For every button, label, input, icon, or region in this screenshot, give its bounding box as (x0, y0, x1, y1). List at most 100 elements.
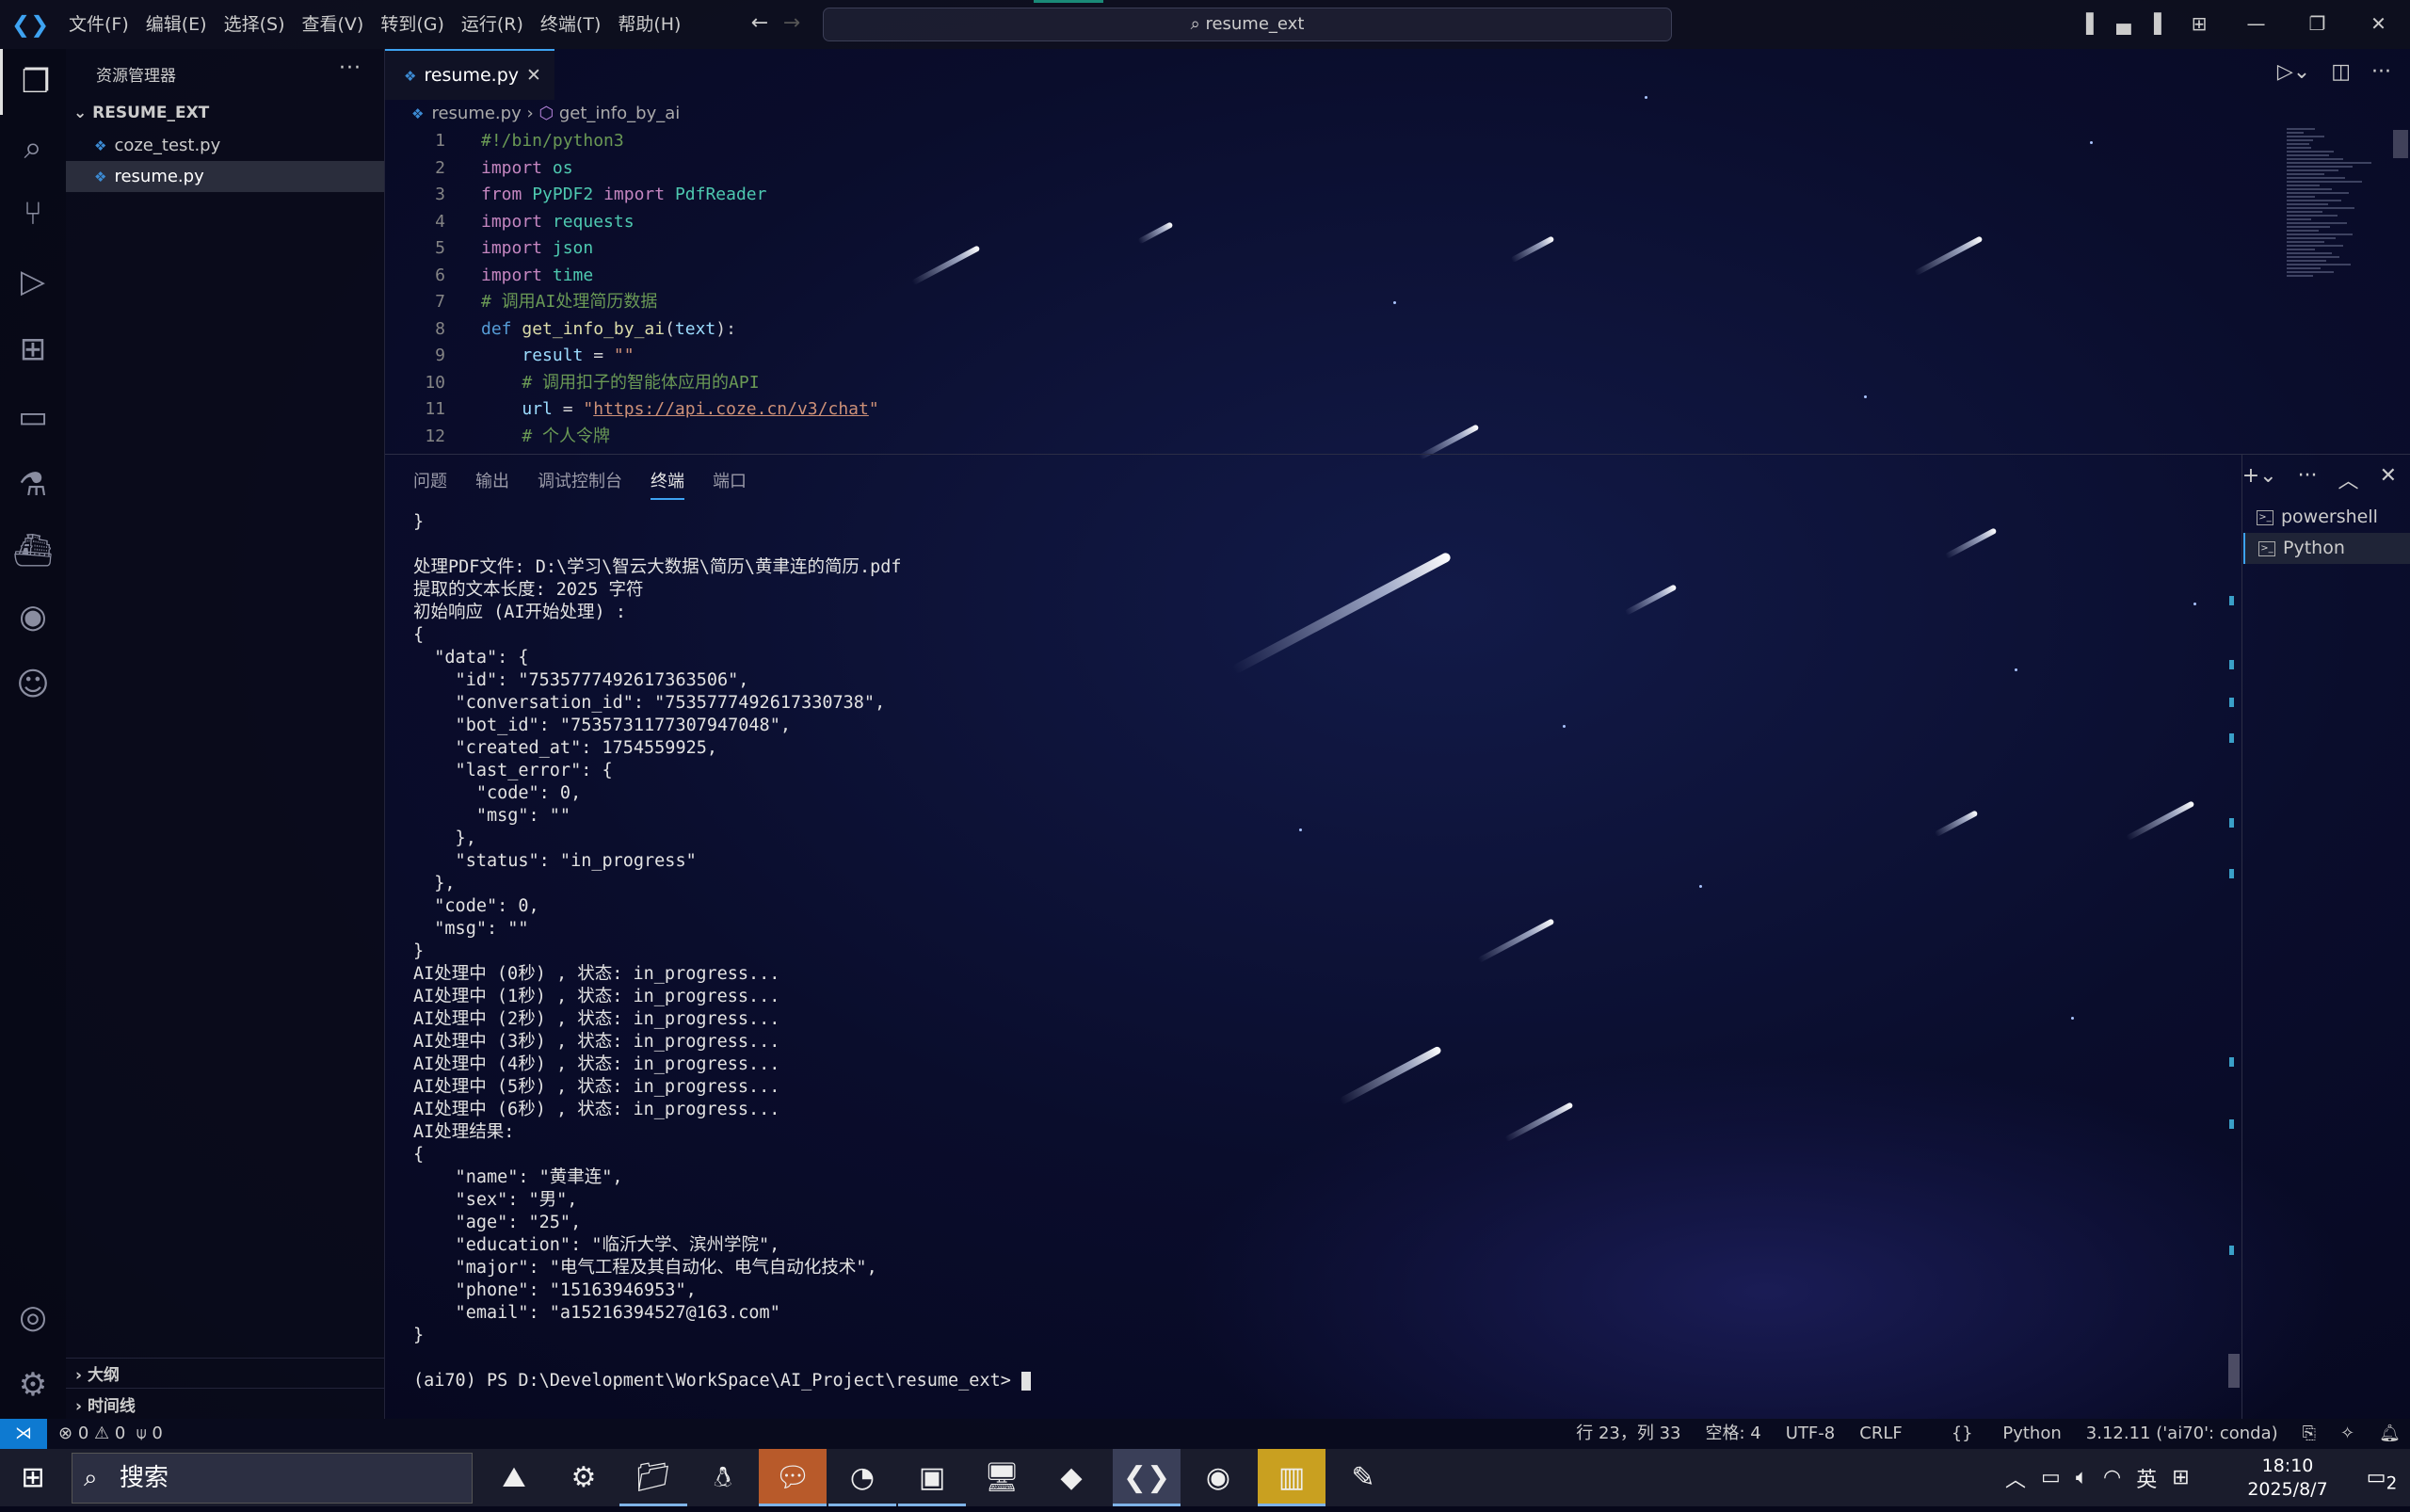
remote-indicator-icon[interactable]: ⋊ (0, 1419, 47, 1449)
wifi-icon[interactable]: ◠ (2103, 1466, 2121, 1489)
github-icon[interactable]: ◉ (0, 584, 66, 650)
taskbar-search[interactable]: ⌕ 搜索 (72, 1453, 473, 1504)
more-actions-icon[interactable]: ··· (2371, 60, 2391, 84)
code-text: PyPDF2 (532, 185, 594, 204)
extensions-icon[interactable]: ⊞ (0, 316, 66, 382)
search-icon[interactable]: ⌕ (0, 115, 66, 181)
terminal-item-python[interactable]: >_ Python (2243, 533, 2410, 564)
remote-explorer-icon[interactable]: ▭ (0, 384, 66, 450)
editor-scrollbar[interactable] (2393, 130, 2408, 158)
chevron-up-icon[interactable]: ︿ (2005, 1463, 2026, 1493)
tab-problems[interactable]: 问题 (413, 468, 447, 500)
ime-indicator[interactable]: 英 (2136, 1463, 2157, 1493)
problems-status[interactable]: ⊗ 0 ⚠ 0 ⍦ 0 (58, 1419, 163, 1449)
tab-resume-py[interactable]: ❖ resume.py ✕ (385, 49, 554, 100)
settings-app-icon[interactable]: ⚙ (550, 1449, 618, 1506)
line-number: 2 (435, 157, 445, 178)
toggle-primary-sidebar-icon[interactable]: ▐ (2067, 9, 2105, 38)
folder-header[interactable]: ⌄ RESUME_EXT (73, 104, 209, 122)
run-python-icon[interactable]: ▷⌄ (2277, 60, 2310, 84)
terminal-prompt-line[interactable]: (ai70) PS D:\Development\WorkSpace\AI_Pr… (413, 1370, 1032, 1392)
obsidian-icon[interactable]: ◆ (1037, 1449, 1105, 1506)
cursor-position[interactable]: 行 23，列 33 (1576, 1419, 1680, 1449)
notepad-icon[interactable]: ✎ (1329, 1449, 1397, 1506)
command-center[interactable]: ⌕ resume_ext (823, 8, 1672, 41)
file-item-coze-test[interactable]: ❖ coze_test.py (66, 130, 384, 161)
wechat-icon[interactable]: 💬︎ (759, 1449, 827, 1506)
chat-app-icon[interactable]: ▣ (898, 1449, 966, 1506)
menu-run[interactable]: 运行(R) (453, 0, 532, 49)
vscode-taskbar-icon[interactable]: ❮❯ (1113, 1449, 1181, 1506)
customize-layout-icon[interactable]: ⊞ (2180, 9, 2218, 38)
split-editor-icon[interactable]: ◫ (2331, 60, 2351, 84)
analytics-app-icon[interactable]: ▥ (1258, 1449, 1326, 1506)
keyboard-grid-icon[interactable]: ⊞ (2172, 1466, 2189, 1489)
remote-desktop-icon[interactable]: 🖥︎ (968, 1449, 1036, 1506)
account-icon[interactable]: ◎ (0, 1284, 66, 1350)
settings-icon[interactable]: ⚙ (0, 1352, 66, 1418)
tab-ports[interactable]: 端口 (713, 468, 747, 500)
menu-terminal[interactable]: 终端(T) (532, 0, 609, 49)
edge-browser-icon[interactable]: ◔ (828, 1449, 896, 1506)
file-explorer-icon[interactable]: 📁︎ (619, 1449, 687, 1506)
menu-selection[interactable]: 选择(S) (216, 0, 294, 49)
line-ending[interactable]: CRLF (1859, 1419, 1902, 1449)
explorer-icon[interactable]: ❐ (0, 49, 69, 115)
menu-file[interactable]: 文件(F) (60, 0, 137, 49)
clock[interactable]: 18:10 2025/8/7 (2231, 1455, 2344, 1502)
forward-arrow-icon[interactable]: → (776, 11, 808, 35)
tab-output[interactable]: 输出 (475, 468, 509, 500)
docker-icon[interactable]: ⛴ (0, 518, 66, 584)
encoding[interactable]: UTF-8 (1786, 1419, 1835, 1449)
more-actions-icon[interactable]: ··· (339, 56, 362, 80)
indentation[interactable]: 空格: 4 (1706, 1419, 1761, 1449)
close-window-icon[interactable]: ✕ (2348, 0, 2409, 47)
terminal-line: "name": "黄聿连", (413, 1167, 623, 1187)
ports-icon: ⍦ (136, 1424, 147, 1443)
menu-view[interactable]: 查看(V) (294, 0, 373, 49)
qq-icon[interactable]: 🐧︎ (689, 1449, 757, 1506)
menu-help[interactable]: 帮助(H) (609, 0, 689, 49)
copilot-status-icon[interactable]: ✧ (2340, 1419, 2354, 1449)
volume-icon[interactable]: 🔈︎ (2076, 1466, 2088, 1489)
game-app-icon[interactable]: ⛰ (480, 1449, 548, 1506)
battery-icon[interactable]: ▭ (2041, 1466, 2061, 1489)
windows-start-icon[interactable]: ⊞ (0, 1449, 66, 1506)
close-panel-icon[interactable]: ✕ (2380, 464, 2397, 494)
file-item-resume[interactable]: ❖ resume.py (66, 161, 384, 192)
notification-center[interactable]: ▭2 (2354, 1449, 2410, 1512)
new-terminal-icon[interactable]: +⌄ (2242, 464, 2277, 494)
testing-icon[interactable]: ⚗ (0, 452, 66, 518)
tab-terminal[interactable]: 终端 (651, 468, 684, 500)
toggle-secondary-sidebar-icon[interactable]: ▌ (2143, 9, 2180, 38)
copy-icon[interactable]: ⎘ (2303, 1419, 2316, 1449)
tab-debug-console[interactable]: 调试控制台 (538, 468, 622, 500)
restore-icon[interactable]: ❐ (2287, 0, 2348, 47)
minimize-icon[interactable]: — (2225, 0, 2287, 47)
outline-section[interactable]: › 大纲 (75, 1361, 120, 1385)
code-url-link[interactable]: https://api.coze.cn/v3/chat (593, 399, 869, 419)
maximize-panel-icon[interactable]: ︿ (2338, 464, 2359, 494)
breadcrumb-file[interactable]: resume.py (431, 104, 521, 123)
python-interpreter[interactable]: 3.12.11 ('ai70': conda) (2086, 1419, 2278, 1449)
minimap[interactable] (2287, 128, 2390, 448)
toggle-panel-icon[interactable]: ▄ (2105, 9, 2143, 38)
menu-edit[interactable]: 编辑(E) (137, 0, 216, 49)
menu-go[interactable]: 转到(G) (372, 0, 453, 49)
terminal-line: "email": "a15216394527@163.com" (413, 1303, 780, 1323)
cloud-music-icon[interactable]: ◉ (1184, 1449, 1252, 1506)
run-debug-icon[interactable]: ▷ (0, 249, 66, 314)
copilot-icon[interactable]: ☺ (0, 651, 66, 717)
back-arrow-icon[interactable]: ← (744, 11, 776, 35)
breadcrumb-symbol[interactable]: get_info_by_ai (559, 104, 680, 123)
line-number: 11 (425, 399, 445, 419)
more-actions-icon[interactable]: ··· (2298, 464, 2318, 494)
menu-bar: 文件(F) 编辑(E) 选择(S) 查看(V) 转到(G) 运行(R) 终端(T… (60, 0, 689, 49)
language-mode[interactable]: {} Python (1927, 1419, 2062, 1449)
terminal-scrollbar[interactable] (2228, 1354, 2240, 1388)
source-control-icon[interactable]: ⑂ (0, 181, 66, 247)
bell-icon[interactable]: 🔔︎ (2379, 1419, 2401, 1449)
timeline-section[interactable]: › 时间线 (75, 1392, 136, 1416)
terminal-item-powershell[interactable]: >_ powershell (2243, 502, 2410, 533)
close-tab-icon[interactable]: ✕ (526, 51, 541, 100)
